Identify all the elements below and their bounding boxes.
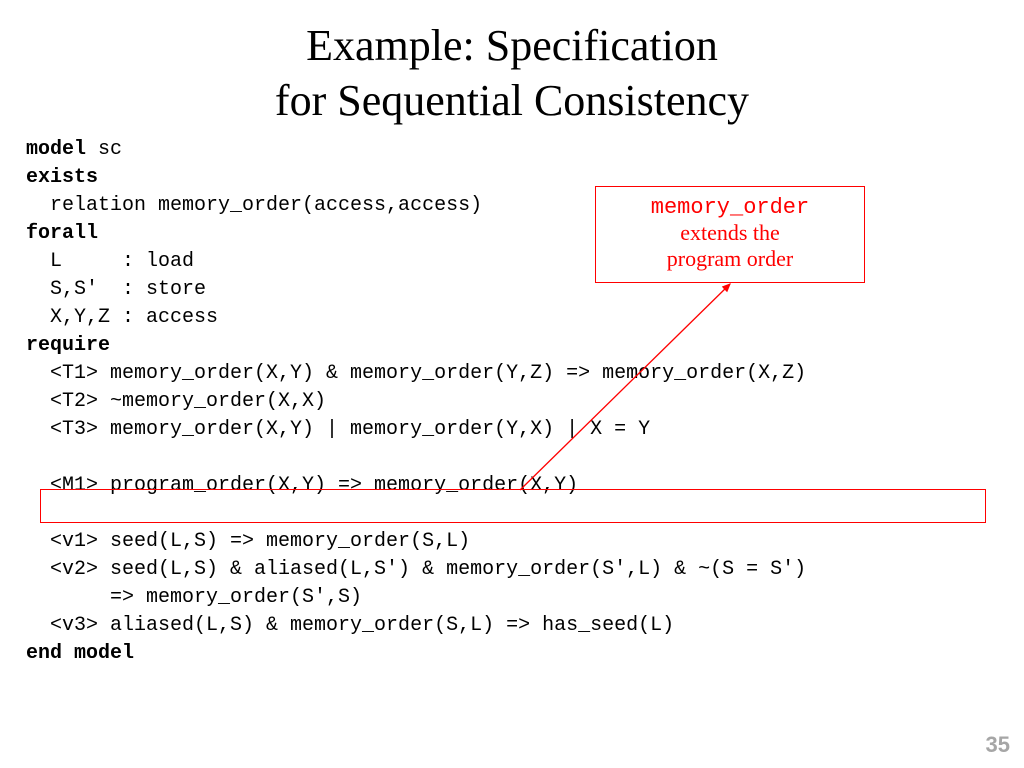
rule-t2: <T2> ~memory_order(X,X) (26, 390, 326, 413)
exists-body: relation memory_order(access,access) (26, 194, 482, 217)
slide-title: Example: Specification for Sequential Co… (0, 0, 1024, 128)
rule-v3: <v3> aliased(L,S) & memory_order(S,L) =>… (26, 614, 674, 637)
forall-load: L : load (26, 250, 194, 273)
rule-m1: <M1> program_order(X,Y) => memory_order(… (26, 474, 578, 497)
page-number: 35 (986, 732, 1010, 758)
rule-v2b: => memory_order(S',S) (26, 586, 362, 609)
rule-t1: <T1> memory_order(X,Y) & memory_order(Y,… (26, 362, 806, 385)
kw-exists: exists (26, 166, 98, 189)
kw-forall: forall (26, 222, 98, 245)
kw-model: model (26, 138, 86, 161)
annotation-callout: memory_order extends the program order (595, 186, 865, 283)
title-line-1: Example: Specification (306, 21, 718, 70)
blank-line-1 (26, 446, 38, 469)
kw-require: require (26, 334, 110, 357)
forall-store: S,S' : store (26, 278, 206, 301)
model-name: sc (86, 138, 122, 161)
forall-access: X,Y,Z : access (26, 306, 218, 329)
specification-code: model sc exists relation memory_order(ac… (0, 128, 1024, 668)
callout-text-line-2: extends the (602, 220, 858, 246)
rule-t3: <T3> memory_order(X,Y) | memory_order(Y,… (26, 418, 650, 441)
title-line-2: for Sequential Consistency (275, 76, 749, 125)
rule-v1: <v1> seed(L,S) => memory_order(S,L) (26, 530, 470, 553)
callout-code-term: memory_order (602, 195, 858, 220)
callout-text-line-3: program order (602, 246, 858, 272)
kw-end-model: end model (26, 642, 134, 665)
blank-line-2 (26, 502, 38, 525)
rule-v2a: <v2> seed(L,S) & aliased(L,S') & memory_… (26, 558, 806, 581)
